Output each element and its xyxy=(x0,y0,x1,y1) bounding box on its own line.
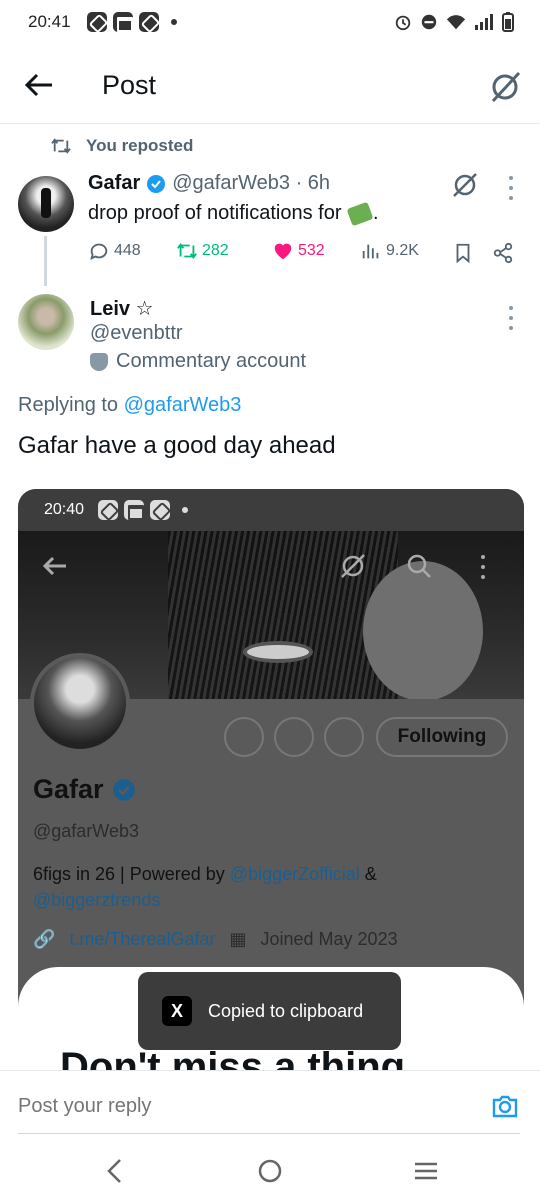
embedded-status-bar: 20:40 xyxy=(18,489,524,531)
following-button: Following xyxy=(376,717,508,757)
tweet-text: drop proof of notifications for . xyxy=(88,201,379,226)
back-arrow-icon[interactable] xyxy=(22,68,56,102)
camera-icon[interactable] xyxy=(490,1091,520,1121)
link-icon: 🔗 xyxy=(33,929,56,949)
share-icon[interactable] xyxy=(492,242,514,264)
verified-badge-icon xyxy=(112,778,135,801)
top-app-bar: Post xyxy=(0,44,540,124)
toast: X Copied to clipboard xyxy=(138,972,401,1050)
repost-count: 282 xyxy=(202,242,229,259)
reply-author-handle: @evenbttr xyxy=(90,322,183,344)
avatar[interactable] xyxy=(18,294,74,350)
author-handle-time: @gafarWeb3 · 6h xyxy=(172,172,331,194)
page-title: Post xyxy=(102,70,157,100)
signal-icon xyxy=(475,14,493,30)
profile-website: t.me/TherealGafar xyxy=(69,929,216,949)
bio-amp: & xyxy=(359,864,377,884)
repost-label: You reposted xyxy=(86,136,194,155)
bio-link: @biggerztrends xyxy=(33,890,161,910)
profile-name: Gafar xyxy=(33,774,136,805)
reply-count: 448 xyxy=(114,242,141,259)
replying-to: Replying to @gafarWeb3 xyxy=(18,394,241,417)
mask-icon xyxy=(90,352,108,371)
notification-app-icon xyxy=(150,500,171,520)
status-bar: 20:41 xyxy=(0,0,540,44)
x-logo-icon: X xyxy=(162,996,192,1026)
nav-home-icon[interactable] xyxy=(253,1154,287,1188)
status-time: 20:41 xyxy=(28,12,71,31)
heart-icon xyxy=(274,243,292,260)
status-icons xyxy=(394,12,514,32)
calendar-icon: ▦ xyxy=(229,929,247,949)
reply-input[interactable] xyxy=(18,1095,438,1118)
author-name: Gafar xyxy=(88,172,141,194)
avatar[interactable] xyxy=(18,176,74,232)
view-count: 9.2K xyxy=(386,242,419,259)
replying-handle-link[interactable]: @gafarWeb3 xyxy=(124,394,242,416)
bio-text: 6figs in 26 | Powered by xyxy=(33,864,230,884)
notification-bell-icon xyxy=(324,717,364,757)
profile-name-text: Gafar xyxy=(33,774,104,804)
profile-avatar xyxy=(30,653,130,753)
thread-connector xyxy=(44,236,47,286)
repost-icon xyxy=(51,138,71,154)
embedded-time: 20:40 xyxy=(44,501,85,518)
views-button[interactable]: 9.2K xyxy=(360,240,419,262)
tweet-author[interactable]: Gafar @gafarWeb3 · 6h xyxy=(88,172,330,195)
like-count: 532 xyxy=(298,242,325,259)
banner-eye xyxy=(243,641,313,663)
commentary-text: Commentary account xyxy=(116,350,307,372)
divider xyxy=(18,1133,520,1134)
search-icon xyxy=(407,554,431,578)
tweet-actions: 448 282 532 9.2K xyxy=(88,240,528,266)
replying-prefix: Replying to xyxy=(18,394,124,416)
reply-icon xyxy=(90,243,108,261)
banner-face xyxy=(363,561,483,699)
notification-app-icon xyxy=(98,500,119,520)
toast-text: Copied to clipboard xyxy=(208,1000,364,1021)
grok-icon[interactable] xyxy=(450,170,480,200)
nav-back-icon[interactable] xyxy=(98,1154,132,1188)
more-notifications-dot xyxy=(170,19,177,25)
reply-button[interactable]: 448 xyxy=(88,240,141,262)
message-icon xyxy=(274,717,314,757)
repost-indicator: You reposted xyxy=(50,136,193,156)
profile-bio: 6figs in 26 | Powered by @biggerZofficia… xyxy=(33,861,503,913)
more-options-icon xyxy=(478,555,488,579)
bio-link: @biggerZofficial xyxy=(229,864,360,884)
notification-app-icon xyxy=(86,12,107,32)
battery-icon xyxy=(502,12,514,32)
like-button[interactable]: 532 xyxy=(272,240,325,262)
grok-icon[interactable] xyxy=(488,70,522,104)
wifi-icon xyxy=(446,15,466,30)
notification-app-icon xyxy=(138,12,159,32)
profile-meta: 🔗 t.me/TherealGafar ▦ Joined May 2023 xyxy=(33,929,398,950)
tweet-text-body: drop proof of notifications for xyxy=(88,202,342,224)
views-icon xyxy=(362,244,379,259)
tweet-text-end: . xyxy=(373,202,379,224)
repost-icon xyxy=(177,243,197,259)
verified-badge-icon xyxy=(147,174,166,193)
profile-joined: Joined May 2023 xyxy=(260,929,398,949)
nav-recents-icon[interactable] xyxy=(409,1154,443,1188)
mail-notification-icon xyxy=(124,500,145,520)
reply-author-name[interactable]: Leiv ☆ xyxy=(90,296,154,321)
dnd-icon xyxy=(421,14,437,30)
grok-icon xyxy=(341,554,365,578)
reply-composer xyxy=(0,1070,540,1134)
mail-notification-icon xyxy=(112,12,133,32)
alarm-icon xyxy=(395,15,411,31)
camera-icon xyxy=(224,717,264,757)
money-with-wings-emoji-icon xyxy=(346,201,374,226)
back-arrow-icon xyxy=(42,556,66,576)
repost-button[interactable]: 282 xyxy=(176,240,229,262)
profile-handle: @gafarWeb3 xyxy=(33,821,139,841)
bookmark-icon[interactable] xyxy=(452,242,474,264)
more-options-icon[interactable] xyxy=(506,306,516,330)
reply-text: Gafar have a good day ahead xyxy=(18,432,336,459)
more-options-icon[interactable] xyxy=(506,176,516,200)
more-notifications-dot xyxy=(182,507,189,513)
commentary-label: Commentary account xyxy=(90,350,306,373)
system-nav-bar xyxy=(0,1140,540,1200)
